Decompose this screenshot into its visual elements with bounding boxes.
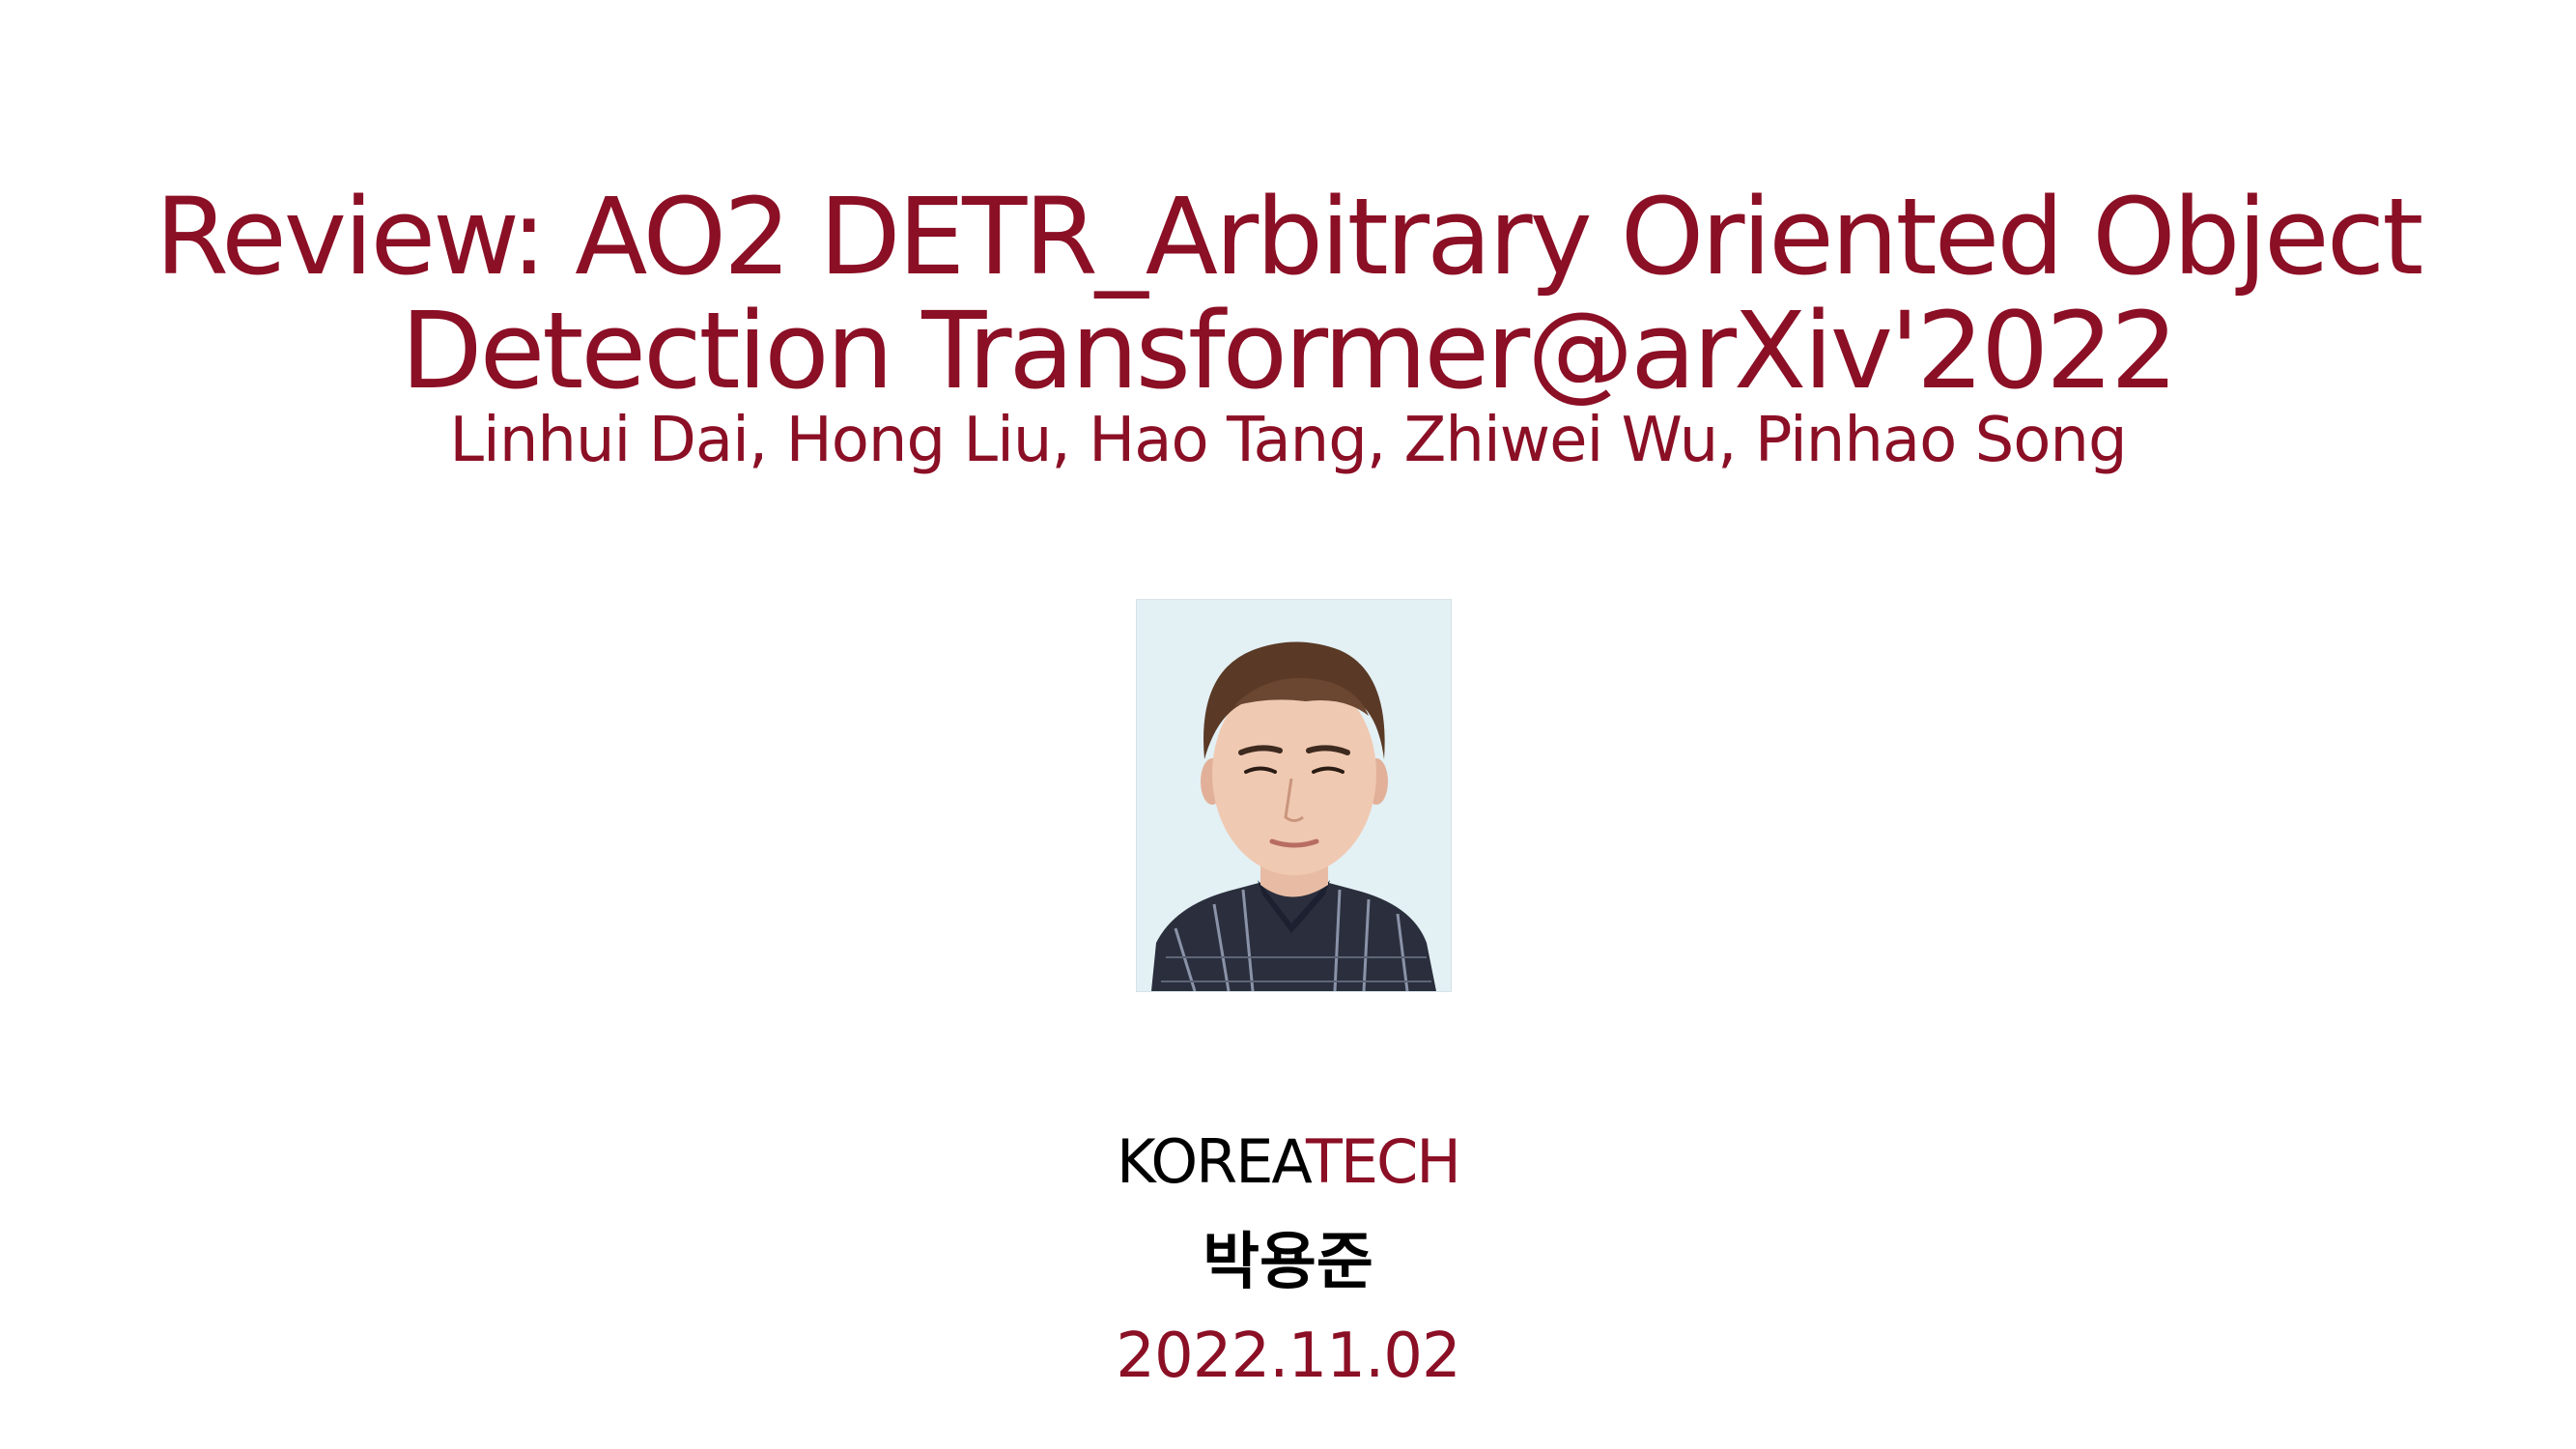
- slide-title-line-2: Detection Transformer@arXiv'2022: [400, 289, 2178, 412]
- affiliation-tech: TECH: [1305, 1126, 1461, 1197]
- author-list: Linhui Dai, Hong Liu, Hao Tang, Zhiwei W…: [449, 405, 2127, 476]
- presenter-name: 박용준: [1203, 1227, 1373, 1298]
- affiliation-korea: KOREA: [1117, 1126, 1308, 1197]
- presenter-photo: [1136, 599, 1452, 992]
- affiliation: KOREATECH: [0, 1132, 2576, 1192]
- slide-title-line-1: Review: AO2 DETR_Arbitrary Oriented Obje…: [155, 175, 2424, 298]
- presentation-date: 2022.11.02: [1116, 1321, 1460, 1392]
